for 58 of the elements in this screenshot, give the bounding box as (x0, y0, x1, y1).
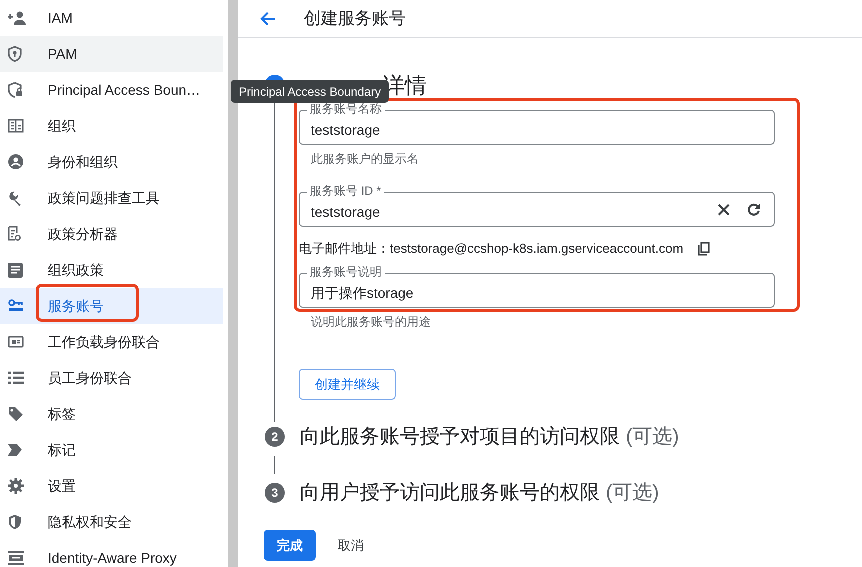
key-card-icon (8, 299, 24, 313)
page-title: 创建服务账号 (304, 8, 406, 30)
email-label: 电子邮件地址： (299, 240, 390, 258)
field-label: 服务账号 ID * (307, 184, 384, 198)
sidebar-item[interactable]: 组织政策 (0, 252, 223, 288)
close-icon (718, 204, 730, 216)
sidebar-item[interactable]: 员工身份联合 (0, 360, 223, 396)
step-number: 2 (265, 427, 285, 447)
sidebar-item[interactable]: 政策问题排查工具 (0, 180, 223, 216)
field-value[interactable]: 用于操作storage (311, 277, 764, 304)
field-label: 服务账号说明 (307, 265, 385, 279)
account-icon (8, 154, 24, 170)
create-continue-button[interactable]: 创建并继续 (299, 369, 396, 400)
settings-icon (8, 478, 24, 494)
cancel-button[interactable]: 取消 (328, 530, 374, 561)
label-icon (8, 444, 22, 456)
copy-icon (698, 242, 710, 256)
field-value[interactable]: teststorage (311, 196, 714, 223)
document-icon (8, 262, 23, 278)
optional-label: (可选) (606, 481, 660, 506)
sidebar-item[interactable]: 隐私权和安全 (0, 504, 223, 540)
field-value[interactable]: teststorage (311, 114, 764, 141)
step-title: 向用户授予访问此服务账号的权限 (300, 481, 600, 506)
shield-icon (8, 514, 22, 530)
proxy-icon (8, 551, 24, 565)
sidebar-item[interactable]: 组织 (0, 108, 223, 144)
tag-icon (8, 406, 24, 422)
sidebar-item[interactable]: Principal Access Boun… (0, 72, 223, 108)
tooltip: Principal Access Boundary (231, 80, 390, 103)
step-title: 向此服务账号授予对项目的访问权限 (300, 425, 620, 450)
copy-button[interactable] (696, 241, 712, 257)
sidebar-item[interactable]: Identity-Aware Proxy (0, 540, 223, 567)
refresh-icon (747, 202, 761, 216)
done-button[interactable]: 完成 (264, 530, 316, 561)
wrench-icon (8, 190, 24, 206)
sidebar-item[interactable]: 标记 (0, 432, 223, 468)
document-search-icon (8, 226, 22, 242)
helper-text: 此服务账户的显示名 (311, 151, 420, 168)
scrollbar[interactable] (228, 0, 238, 567)
back-arrow-icon (260, 10, 276, 26)
shield-lock-icon (8, 82, 24, 98)
sidebar-item[interactable]: 标签 (0, 396, 223, 432)
list-icon (8, 371, 24, 385)
sidebar-item[interactable]: IAM (0, 0, 223, 36)
optional-label: (可选) (626, 425, 680, 450)
sidebar-item[interactable]: 工作负载身份联合 (0, 324, 223, 360)
card-icon (8, 336, 24, 348)
field-label: 服务账号名称 (307, 102, 385, 116)
sidebar-item[interactable]: 政策分析器 (0, 216, 223, 252)
email-address: teststorage@ccshop-k8s.iam.gserviceaccount.com (390, 240, 684, 258)
shield-icon (8, 46, 22, 62)
sidebar-item[interactable]: 身份和组织 (0, 144, 223, 180)
helper-text: 说明此服务账号的用途 (311, 314, 432, 331)
sidebar-item[interactable]: PAM (0, 36, 223, 72)
step-number: 3 (265, 483, 285, 503)
building-icon (8, 119, 24, 133)
sidebar-item[interactable]: 设置 (0, 468, 223, 504)
person-add-icon (8, 11, 28, 25)
